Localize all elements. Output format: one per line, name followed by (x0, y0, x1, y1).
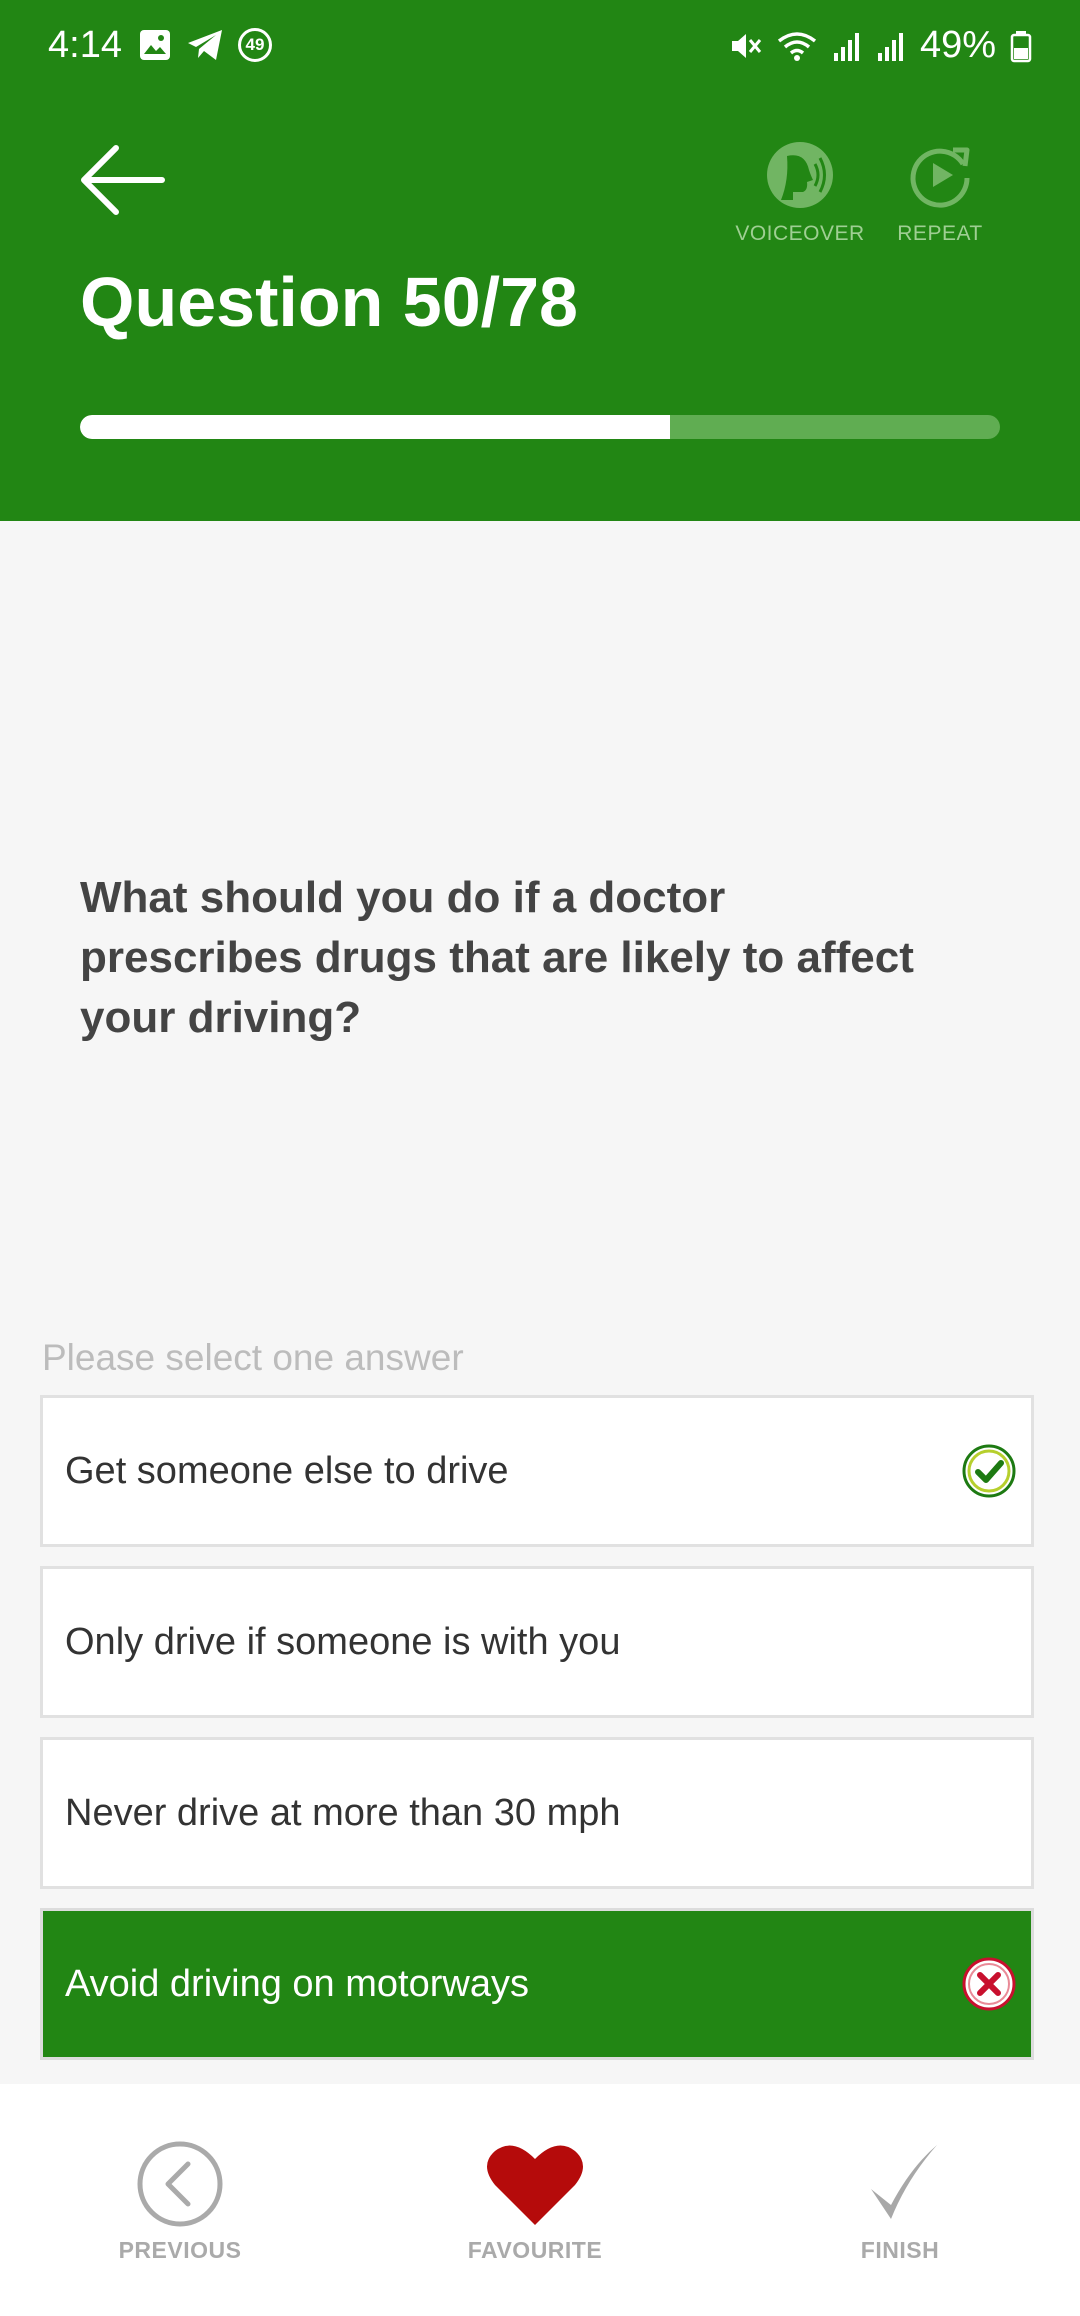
voiceover-button[interactable]: VOICEOVER (730, 140, 870, 246)
battery-icon (1010, 30, 1032, 62)
favourite-button[interactable]: FAVOURITE (455, 2139, 615, 2264)
progress-fill (80, 415, 670, 439)
wifi-icon (777, 31, 817, 61)
answer-option-4[interactable]: Avoid driving on motorways (40, 1908, 1034, 2060)
answer-option-label: Never drive at more than 30 mph (65, 1791, 621, 1834)
progress-bar (80, 415, 1000, 439)
checkmark-icon (871, 2145, 937, 2219)
heart-icon (487, 2145, 583, 2225)
question-number-title: Question 50/78 (80, 263, 578, 341)
chevron-left-circle-icon (137, 2141, 223, 2227)
back-arrow-icon[interactable] (78, 140, 168, 220)
answer-option-label: Get someone else to drive (65, 1449, 509, 1492)
telegram-icon (188, 30, 222, 60)
voiceover-label: VOICEOVER (735, 222, 865, 245)
signal-icon-2 (877, 32, 903, 61)
answer-option-3[interactable]: Never drive at more than 30 mph (40, 1737, 1034, 1889)
question-text: What should you do if a doctor prescribe… (80, 873, 914, 1042)
repeat-button[interactable]: REPEAT (880, 140, 1000, 246)
answer-option-1[interactable]: Get someone else to drive (40, 1395, 1034, 1547)
answer-option-label: Only drive if someone is with you (65, 1620, 621, 1663)
favourite-label: FAVOURITE (467, 2237, 603, 2263)
gallery-icon (140, 30, 170, 60)
previous-label: PREVIOUS (118, 2237, 242, 2263)
bottom-navigation: PREVIOUS FAVOURITE FINISH (0, 2084, 1080, 2316)
repeat-label: REPEAT (897, 222, 983, 245)
header: 4:14 49 49% VOICEOVER REPEAT Question 50… (0, 0, 1080, 521)
repeat-icon (910, 147, 970, 208)
mute-icon (731, 33, 762, 58)
status-time: 4:14 (48, 24, 122, 66)
answer-option-2[interactable]: Only drive if someone is with you (40, 1566, 1034, 1718)
answer-hint: Please select one answer (42, 1337, 464, 1378)
finish-label: FINISH (860, 2237, 940, 2263)
notification-badge-icon: 49 (238, 28, 272, 62)
previous-button[interactable]: PREVIOUS (110, 2139, 250, 2264)
battery-text: 49% (919, 24, 996, 66)
signal-icon (833, 32, 859, 61)
correct-check-icon (962, 1444, 1016, 1498)
finish-button[interactable]: FINISH (840, 2139, 960, 2264)
wrong-cross-icon (962, 1957, 1016, 2011)
status-bar: 4:14 49 49% (0, 0, 1080, 96)
voiceover-icon (767, 142, 833, 208)
answer-option-label: Avoid driving on motorways (65, 1962, 529, 2005)
